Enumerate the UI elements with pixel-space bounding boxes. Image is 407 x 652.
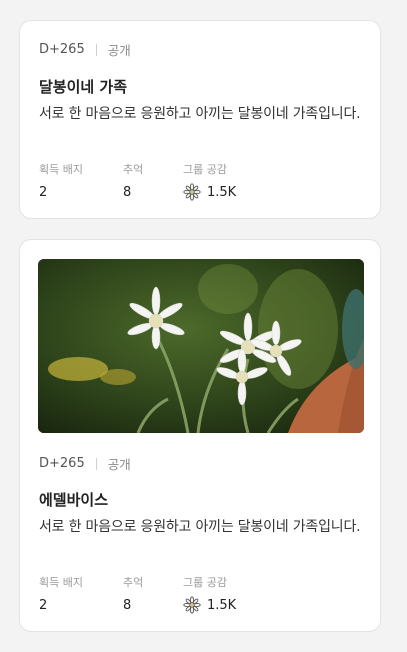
memory-stat-label: 추억 [123, 576, 144, 589]
visibility-label: 공개 [107, 43, 131, 58]
group-title: 달봉이네 가족 [39, 78, 128, 96]
memory-stat-value: 8 [123, 184, 132, 200]
empathy-stat-number: 1.5K [207, 597, 237, 613]
badge-stat-label: 획득 배지 [39, 163, 83, 176]
group-stats: 획득 배지 2 추억 8 그룹 공감 1.5K [39, 576, 359, 616]
badge-stat: 획득 배지 2 [39, 576, 83, 614]
edelweiss-flower-icon [183, 596, 201, 614]
badge-stat-value: 2 [39, 597, 48, 613]
empathy-stat: 그룹 공감 1.5K [183, 163, 236, 201]
d-day-label: D+265 [39, 456, 85, 471]
group-card[interactable]: D+265 공개 달봉이네 가족 서로 한 마음으로 응원하고 아끼는 달봉이네… [19, 20, 381, 219]
group-title: 에델바이스 [39, 491, 109, 509]
meta-divider [95, 43, 97, 56]
group-stats: 획득 배지 2 추억 8 그룹 공감 1.5K [39, 163, 359, 203]
edelweiss-flower-icon [183, 183, 201, 201]
badge-stat-label: 획득 배지 [39, 576, 83, 589]
edelweiss-photo [38, 259, 364, 433]
memory-stat: 추억 8 [123, 576, 143, 614]
empathy-stat-number: 1.5K [207, 184, 237, 200]
group-meta: D+265 공개 [39, 454, 131, 473]
memory-stat-value: 8 [123, 597, 132, 613]
group-description: 서로 한 마음으로 응원하고 아끼는 달봉이네 가족입니다. [39, 106, 361, 122]
empathy-stat: 그룹 공감 1.5K [183, 576, 236, 614]
meta-divider [95, 457, 97, 470]
memory-stat: 추억 8 [123, 163, 143, 201]
visibility-label: 공개 [107, 457, 131, 472]
group-description: 서로 한 마음으로 응원하고 아끼는 달봉이네 가족입니다. [39, 519, 361, 535]
empathy-stat-value: 1.5K [183, 183, 236, 201]
empathy-stat-value: 1.5K [183, 596, 236, 614]
group-meta: D+265 공개 [39, 40, 131, 59]
badge-stat: 획득 배지 2 [39, 163, 83, 201]
d-day-label: D+265 [39, 42, 85, 57]
empathy-stat-label: 그룹 공감 [183, 163, 227, 176]
memory-stat-label: 추억 [123, 163, 144, 176]
empathy-stat-label: 그룹 공감 [183, 576, 227, 589]
badge-stat-value: 2 [39, 184, 48, 200]
group-card[interactable]: D+265 공개 에델바이스 서로 한 마음으로 응원하고 아끼는 달봉이네 가… [19, 239, 381, 632]
